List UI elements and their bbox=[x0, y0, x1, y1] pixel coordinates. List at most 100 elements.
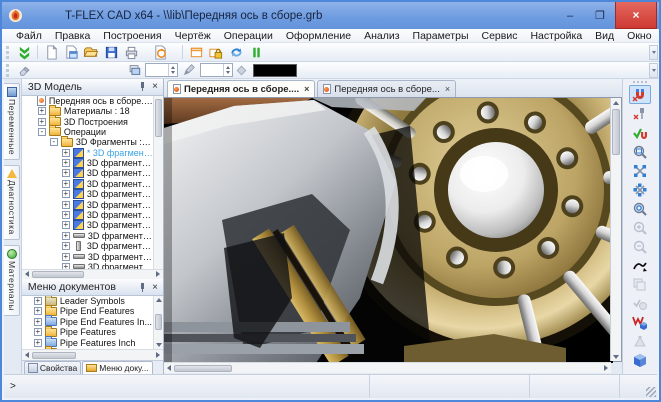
zoom-in-icon[interactable] bbox=[629, 218, 651, 237]
expander-icon[interactable]: + bbox=[38, 118, 46, 126]
model-tree-vscrollbar[interactable] bbox=[153, 96, 163, 269]
documents-tree-hscrollbar[interactable] bbox=[22, 349, 163, 360]
3d-view-cube-icon[interactable] bbox=[629, 351, 651, 370]
pin-icon[interactable] bbox=[138, 283, 147, 292]
menu-item[interactable]: Построения bbox=[97, 30, 167, 42]
mass-properties-icon[interactable] bbox=[629, 332, 651, 351]
zoom-dynamic-icon[interactable] bbox=[629, 199, 651, 218]
fit-selection-icon[interactable] bbox=[629, 161, 651, 180]
menu-item[interactable]: Файл bbox=[10, 30, 48, 42]
tree-row[interactable]: - 3D Фрагменты : 101 bbox=[22, 137, 153, 147]
menu-item[interactable]: Настройка bbox=[524, 30, 588, 42]
expander-icon[interactable]: + bbox=[34, 297, 42, 305]
no-rotate-magnet-icon[interactable] bbox=[629, 85, 651, 104]
menu-item[interactable]: Анализ bbox=[358, 30, 405, 42]
expander-icon[interactable]: + bbox=[62, 169, 70, 177]
3d-viewport[interactable] bbox=[164, 97, 622, 362]
expander-icon[interactable]: + bbox=[62, 180, 70, 188]
panel-close-icon[interactable]: × bbox=[150, 283, 160, 292]
sketch-3d-path-icon[interactable] bbox=[629, 256, 651, 275]
menu-item[interactable]: Операции bbox=[218, 30, 279, 42]
menu-item[interactable]: Вид bbox=[589, 30, 620, 42]
side-tab[interactable]: Диагностика bbox=[4, 165, 20, 240]
open-document-icon[interactable] bbox=[82, 44, 100, 61]
expander-icon[interactable]: - bbox=[50, 138, 58, 146]
expander-icon[interactable]: + bbox=[62, 190, 70, 198]
tree-row[interactable]: + 3D фрагмент_45 bbox=[22, 220, 153, 230]
expander-icon[interactable]: + bbox=[62, 242, 70, 250]
tree-row[interactable]: - Операции bbox=[22, 127, 153, 137]
tree-row[interactable]: + 3D фрагмент_12 bbox=[22, 168, 153, 178]
tree-row[interactable]: + 3D фрагмент_41 bbox=[22, 210, 153, 220]
brush-icon[interactable] bbox=[180, 62, 198, 79]
document-protection-icon[interactable] bbox=[207, 44, 225, 61]
side-tab[interactable]: Материалы bbox=[4, 245, 20, 316]
fit-page-icon[interactable] bbox=[629, 180, 651, 199]
close-button[interactable]: × bbox=[615, 2, 657, 29]
autorotate-check-icon[interactable] bbox=[629, 123, 651, 142]
zoom-window-icon[interactable] bbox=[629, 142, 651, 161]
tree-row[interactable]: Передняя ось в сборе.grb bbox=[22, 96, 153, 106]
pin-icon[interactable] bbox=[138, 82, 147, 91]
layer-spinner-value[interactable] bbox=[146, 64, 168, 76]
expand-toolbars-icon[interactable] bbox=[15, 44, 33, 61]
tree-row[interactable]: + 3D фрагмент_59 bbox=[22, 262, 153, 269]
maximize-button[interactable]: ❐ bbox=[585, 2, 615, 29]
expander-icon[interactable]: + bbox=[62, 201, 70, 209]
tree-row[interactable]: + * 3D фрагмент_1 bbox=[22, 148, 153, 158]
expander-icon[interactable]: + bbox=[38, 107, 46, 115]
insert-fragment-icon[interactable] bbox=[151, 44, 169, 61]
toolbar-grip[interactable] bbox=[6, 64, 11, 77]
expander-icon[interactable]: + bbox=[34, 339, 42, 347]
tab-close-icon[interactable]: × bbox=[445, 84, 450, 94]
no-pin-icon[interactable] bbox=[629, 104, 651, 123]
menu-item[interactable]: Оформление bbox=[280, 30, 357, 42]
print-icon[interactable] bbox=[122, 44, 140, 61]
pause-icon[interactable] bbox=[247, 44, 265, 61]
layers-icon[interactable] bbox=[125, 62, 143, 79]
tree-row[interactable]: + 3D фрагмент_55 bbox=[22, 241, 153, 251]
tree-row[interactable]: + 3D Построения bbox=[22, 116, 153, 126]
toolbar-grip[interactable] bbox=[6, 46, 11, 59]
tree-row[interactable]: + Материалы : 18 bbox=[22, 106, 153, 116]
viewport-vscrollbar[interactable] bbox=[610, 98, 621, 361]
expander-icon[interactable]: + bbox=[62, 232, 70, 240]
expander-icon[interactable]: + bbox=[34, 328, 42, 336]
copies-icon[interactable] bbox=[629, 275, 651, 294]
tree-row[interactable]: + 3D фрагмент_10 bbox=[22, 158, 153, 168]
scale-spinner-value[interactable] bbox=[201, 64, 223, 76]
welding-icon[interactable] bbox=[629, 313, 651, 332]
scale-spinner[interactable] bbox=[200, 63, 233, 77]
viewport-hscrollbar[interactable] bbox=[164, 362, 611, 373]
new-document-icon[interactable] bbox=[42, 44, 60, 61]
documents-tree-vscrollbar[interactable] bbox=[153, 296, 163, 349]
expander-icon[interactable]: + bbox=[62, 221, 70, 229]
expander-icon[interactable]: + bbox=[62, 211, 70, 219]
minimize-button[interactable]: – bbox=[555, 2, 585, 29]
document-tab[interactable]: Передняя ось в сборе.... × bbox=[167, 80, 315, 97]
left-panel-tab[interactable]: Свойства bbox=[24, 361, 81, 374]
tree-row[interactable]: + 3D фрагмент_35 bbox=[22, 199, 153, 209]
expander-icon[interactable]: - bbox=[38, 128, 46, 136]
document-tab[interactable]: Передняя ось в сборе... × bbox=[317, 80, 456, 97]
model-tree-hscrollbar[interactable] bbox=[22, 269, 163, 280]
tree-row[interactable]: + 3D фрагмент_57 bbox=[22, 251, 153, 261]
menu-item[interactable]: Окно bbox=[621, 30, 657, 42]
menu-item[interactable]: Сервис bbox=[476, 30, 524, 42]
layer-spinner[interactable] bbox=[145, 63, 178, 77]
tree-row[interactable]: + 3D фрагмент_31 bbox=[22, 189, 153, 199]
expander-icon[interactable]: + bbox=[34, 307, 42, 315]
regenerate-icon[interactable] bbox=[227, 44, 245, 61]
save-document-icon[interactable] bbox=[102, 44, 120, 61]
check-solid-icon[interactable] bbox=[629, 294, 651, 313]
eraser-icon[interactable] bbox=[15, 62, 33, 79]
toolbar-overflow-button[interactable] bbox=[649, 45, 658, 60]
panel-close-icon[interactable]: × bbox=[150, 82, 160, 91]
menu-item[interactable]: Правка bbox=[49, 30, 96, 42]
left-panel-tab[interactable]: Меню доку... bbox=[82, 361, 152, 374]
zoom-out-icon[interactable] bbox=[629, 237, 651, 256]
expander-icon[interactable]: + bbox=[62, 159, 70, 167]
tab-close-icon[interactable]: × bbox=[304, 84, 309, 94]
resize-grip[interactable] bbox=[646, 387, 656, 397]
tree-row[interactable]: + 3D фрагмент_14 bbox=[22, 179, 153, 189]
